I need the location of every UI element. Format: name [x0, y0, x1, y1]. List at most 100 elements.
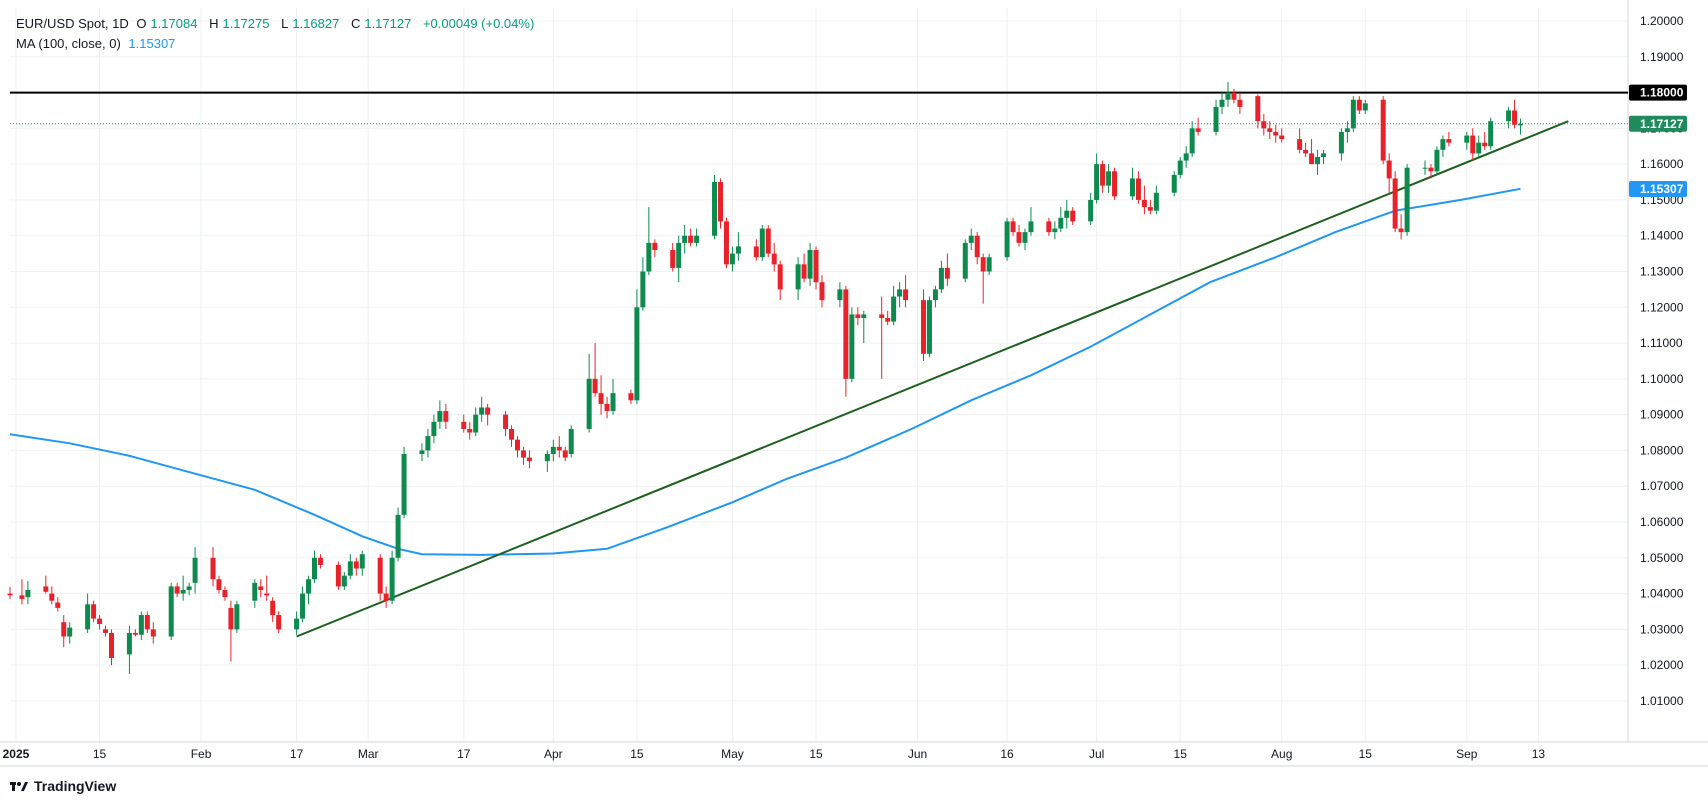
- candle-body: [258, 586, 264, 590]
- candle-body: [389, 557, 395, 601]
- candle: [395, 507, 401, 562]
- candle-body: [347, 561, 353, 576]
- candle-body: [49, 593, 55, 601]
- candle-body: [144, 615, 150, 630]
- candle-body: [1422, 167, 1428, 169]
- candle-body: [980, 257, 986, 272]
- price-tick-label: 1.09000: [1640, 408, 1684, 422]
- candle-body: [1112, 171, 1118, 197]
- candle-body: [311, 557, 317, 580]
- candle-body: [1022, 232, 1028, 243]
- candle-body: [974, 235, 980, 258]
- candle-body: [210, 557, 216, 580]
- candle: [1112, 167, 1118, 200]
- candle-body: [1309, 153, 1315, 165]
- candle-body: [1058, 217, 1064, 229]
- candle-body: [1255, 96, 1261, 122]
- candle-body: [920, 300, 926, 354]
- candle-body: [688, 235, 694, 243]
- candle-body: [25, 589, 31, 598]
- candle-body: [556, 446, 562, 451]
- candle-body: [897, 289, 903, 297]
- candle: [234, 600, 240, 633]
- price-tick-label: 1.01000: [1640, 694, 1684, 708]
- candle-body: [1404, 167, 1410, 233]
- candle-body: [1356, 99, 1362, 111]
- candle-body: [383, 593, 389, 601]
- candle-body: [849, 314, 855, 379]
- price-tick-label: 1.11000: [1640, 336, 1683, 350]
- candle-body: [264, 593, 270, 596]
- candle-body: [1195, 128, 1201, 132]
- candle-body: [801, 264, 807, 279]
- candle-body: [461, 421, 467, 429]
- candle-body: [425, 436, 431, 451]
- candle-body: [467, 428, 473, 433]
- candle-body: [1476, 142, 1482, 154]
- candle-body: [526, 457, 532, 462]
- candle-body: [419, 450, 425, 455]
- candle-body: [1153, 192, 1159, 211]
- price-chart[interactable]: 1.200001.190001.180001.170001.160001.150…: [0, 0, 1708, 803]
- candle-body: [252, 582, 258, 601]
- price-tick-label: 1.12000: [1640, 300, 1684, 314]
- candle-body: [520, 450, 526, 458]
- candle-body: [43, 586, 49, 592]
- candle-body: [1183, 153, 1189, 161]
- ma-legend[interactable]: MA (100, close, 0) 1.15307: [16, 34, 538, 54]
- candle-body: [1464, 135, 1470, 143]
- time-tick-label: 2025: [3, 747, 30, 761]
- candle-body: [1434, 149, 1440, 172]
- candle-body: [610, 393, 616, 412]
- candle-body: [359, 554, 365, 569]
- candle-body: [473, 414, 479, 433]
- candle-body: [1470, 135, 1476, 154]
- candle-body: [108, 632, 114, 658]
- candle: [926, 296, 932, 358]
- candle: [765, 224, 771, 258]
- candle-body: [932, 289, 938, 301]
- candle-body: [1219, 99, 1225, 107]
- candle-body: [234, 604, 240, 630]
- price-tick-label: 1.03000: [1640, 622, 1684, 636]
- candle: [717, 178, 723, 229]
- brand-name: TradingView: [34, 778, 117, 794]
- symbol-title[interactable]: EUR/USD Spot, 1D: [16, 16, 129, 31]
- candle-body: [1392, 178, 1398, 229]
- price-tick-label: 1.02000: [1640, 658, 1684, 672]
- candle-body: [670, 250, 676, 268]
- candle-body: [437, 411, 443, 422]
- candle-body: [1512, 110, 1518, 125]
- candle-body: [150, 629, 156, 637]
- candle: [1392, 171, 1398, 233]
- candle-body: [186, 586, 192, 590]
- candle-body: [1362, 103, 1368, 111]
- candle-body: [276, 615, 282, 630]
- time-tick-label: Apr: [544, 747, 563, 761]
- candle: [1434, 146, 1440, 175]
- candle-body: [1338, 131, 1344, 154]
- price-tick-label: 1.16000: [1640, 157, 1684, 171]
- candle: [1380, 96, 1386, 165]
- candle-body: [968, 235, 974, 243]
- candle-body: [694, 235, 700, 243]
- candle-body: [1231, 92, 1237, 100]
- candle-body: [1398, 228, 1404, 233]
- candle-body: [1315, 156, 1321, 165]
- candle-body: [377, 557, 383, 594]
- candle-body: [503, 414, 509, 429]
- candle-body: [1380, 99, 1386, 161]
- candle-body: [126, 632, 132, 655]
- price-tick-label: 1.07000: [1640, 479, 1684, 493]
- candle-body: [1267, 128, 1273, 132]
- candle-body: [300, 593, 306, 619]
- candle-body: [592, 378, 598, 394]
- tradingview-logo[interactable]: TradingView: [10, 778, 116, 794]
- candle-body: [132, 632, 138, 635]
- candle-body: [771, 253, 777, 265]
- candle-body: [1321, 153, 1327, 157]
- candle-body: [1028, 221, 1034, 233]
- candle-body: [586, 378, 592, 429]
- candle: [1004, 217, 1010, 261]
- candle-body: [222, 589, 228, 598]
